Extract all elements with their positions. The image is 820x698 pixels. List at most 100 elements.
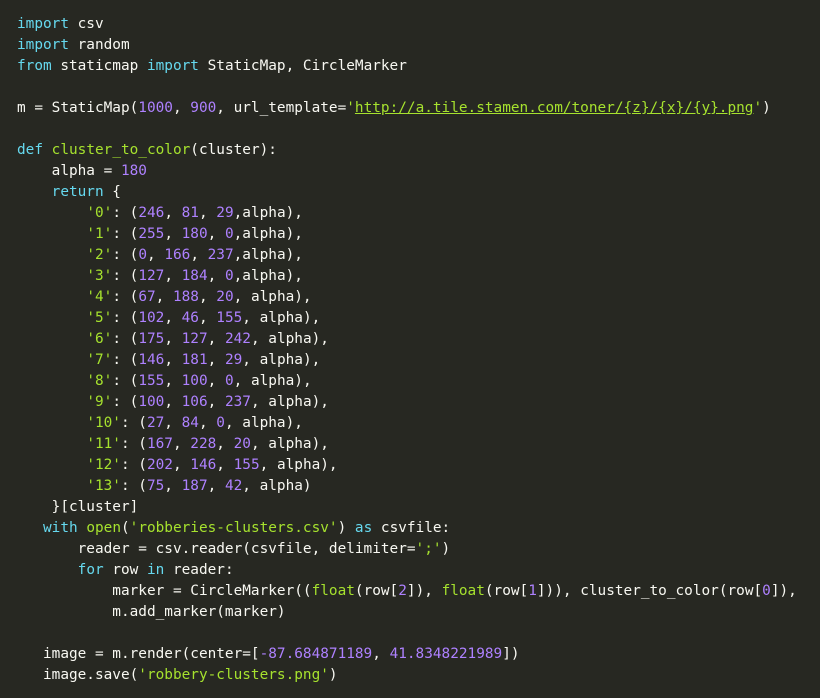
code-token-num: 20 bbox=[216, 289, 234, 305]
code-line[interactable]: from staticmap import StaticMap, CircleM… bbox=[17, 56, 820, 77]
code-token-tx bbox=[17, 331, 86, 347]
code-line[interactable]: '0': (246, 81, 29,alpha), bbox=[17, 203, 820, 224]
code-token-tx: staticmap bbox=[51, 58, 147, 74]
code-token-tx: reader = csv.reader(csvfile, delimiter= bbox=[17, 541, 416, 557]
code-token-tx: , bbox=[207, 331, 225, 347]
code-token-str: 'robbery-clusters.png' bbox=[138, 667, 329, 683]
code-line[interactable]: image.save('robbery-clusters.png') bbox=[17, 665, 820, 686]
code-token-num: 180 bbox=[181, 226, 208, 242]
code-token-num: 180 bbox=[120, 163, 147, 179]
code-area[interactable]: import csv import random from staticmap im… bbox=[17, 14, 820, 686]
code-token-num: 155 bbox=[216, 310, 243, 326]
code-token-kw: def bbox=[17, 142, 43, 158]
code-token-num: 146 bbox=[138, 352, 165, 368]
code-token-num: 188 bbox=[172, 289, 199, 305]
code-token-tx: (cluster): bbox=[190, 142, 277, 158]
code-line[interactable] bbox=[17, 77, 820, 98]
code-token-tx: : ( bbox=[120, 436, 147, 452]
code-token-fn: open bbox=[86, 520, 121, 536]
code-line[interactable]: '3': (127, 184, 0,alpha), bbox=[17, 266, 820, 287]
code-token-str: '4' bbox=[86, 289, 113, 305]
code-line[interactable]: def cluster_to_color(cluster): bbox=[17, 140, 820, 161]
code-token-tx bbox=[17, 478, 86, 494]
code-token-tx bbox=[17, 205, 86, 221]
code-line[interactable]: '10': (27, 84, 0, alpha), bbox=[17, 413, 820, 434]
code-token-tx bbox=[17, 457, 86, 473]
code-token-tx: , bbox=[164, 205, 182, 221]
code-line[interactable]: '11': (167, 228, 20, alpha), bbox=[17, 434, 820, 455]
code-line[interactable]: return { bbox=[17, 182, 820, 203]
code-token-tx: , bbox=[207, 394, 225, 410]
code-token-str: '12' bbox=[86, 457, 121, 473]
code-line[interactable]: import random bbox=[17, 35, 820, 56]
code-line[interactable]: '1': (255, 180, 0,alpha), bbox=[17, 224, 820, 245]
code-token-num: 75 bbox=[146, 478, 165, 494]
code-token-tx: , bbox=[164, 331, 182, 347]
code-token-str: '10' bbox=[86, 415, 121, 431]
code-line[interactable]: '9': (100, 106, 237, alpha), bbox=[17, 392, 820, 413]
code-line[interactable]: marker = CircleMarker((float(row[2]), fl… bbox=[17, 581, 820, 602]
code-token-num: 0 bbox=[224, 373, 234, 389]
code-token-kw: for bbox=[77, 562, 104, 578]
code-token-num: 81 bbox=[181, 205, 199, 221]
code-line[interactable]: '4': (67, 188, 20, alpha), bbox=[17, 287, 820, 308]
code-token-num: 127 bbox=[181, 331, 208, 347]
code-token-tx: : ( bbox=[120, 478, 147, 494]
code-line[interactable]: alpha = 180 bbox=[17, 161, 820, 182]
code-line[interactable]: m.add_marker(marker) bbox=[17, 602, 820, 623]
code-line[interactable]: '7': (146, 181, 29, alpha), bbox=[17, 350, 820, 371]
code-token-num: 166 bbox=[164, 247, 191, 263]
code-token-tx: row bbox=[103, 562, 147, 578]
code-line[interactable]: image = m.render(center=[-87.684871189, … bbox=[17, 644, 820, 665]
code-token-tx: , bbox=[190, 247, 208, 263]
code-token-num: 202 bbox=[146, 457, 173, 473]
code-token-tx: , bbox=[198, 205, 217, 221]
code-line[interactable]: }[cluster] bbox=[17, 497, 820, 518]
code-line[interactable]: '8': (155, 100, 0, alpha), bbox=[17, 371, 820, 392]
code-token-str: '13' bbox=[86, 478, 121, 494]
code-token-num: 146 bbox=[190, 457, 217, 473]
code-line[interactable] bbox=[17, 623, 820, 644]
code-token-num: 2 bbox=[398, 583, 407, 599]
code-line[interactable]: '5': (102, 46, 155, alpha), bbox=[17, 308, 820, 329]
code-token-num: 237 bbox=[207, 247, 234, 263]
code-token-tx: , bbox=[164, 310, 182, 326]
code-token-tx: m = StaticMap( bbox=[17, 100, 139, 116]
code-token-kw: return bbox=[51, 184, 104, 200]
code-token-url[interactable]: http://a.tile.stamen.com/toner/{z}/{x}/{… bbox=[355, 100, 754, 116]
code-token-tx: marker = CircleMarker(( bbox=[17, 583, 312, 599]
code-token-num: 106 bbox=[181, 394, 208, 410]
code-line[interactable]: '12': (202, 146, 155, alpha), bbox=[17, 455, 820, 476]
code-token-tx: { bbox=[103, 184, 121, 200]
code-token-tx: , alpha), bbox=[259, 457, 338, 473]
code-editor[interactable]: import csv import random from staticmap im… bbox=[0, 0, 820, 698]
code-token-str: '1' bbox=[86, 226, 113, 242]
code-token-tx: ]), bbox=[770, 583, 797, 599]
code-token-tx: }[cluster] bbox=[17, 499, 139, 515]
code-line[interactable]: reader = csv.reader(csvfile, delimiter='… bbox=[17, 539, 820, 560]
code-token-tx: : ( bbox=[112, 394, 139, 410]
code-token-str: '11' bbox=[86, 436, 121, 452]
code-token-num: 1 bbox=[528, 583, 537, 599]
code-token-num: 1000 bbox=[138, 100, 173, 116]
code-token-kw: in bbox=[146, 562, 165, 578]
code-token-tx: , bbox=[172, 436, 191, 452]
code-line[interactable]: '2': (0, 166, 237,alpha), bbox=[17, 245, 820, 266]
code-token-num: 46 bbox=[181, 310, 199, 326]
code-token-tx: ) bbox=[337, 520, 355, 536]
code-token-tx: (row[ bbox=[484, 583, 529, 599]
code-line[interactable] bbox=[17, 119, 820, 140]
code-line[interactable]: with open('robberies-clusters.csv') as c… bbox=[17, 518, 820, 539]
code-token-num: 102 bbox=[138, 310, 165, 326]
code-token-num: 0 bbox=[762, 583, 771, 599]
code-line[interactable]: import csv bbox=[17, 14, 820, 35]
code-line[interactable]: '6': (175, 127, 242, alpha), bbox=[17, 329, 820, 350]
code-line[interactable]: for row in reader: bbox=[17, 560, 820, 581]
code-token-tx: alpha = bbox=[17, 163, 121, 179]
code-token-tx bbox=[17, 184, 52, 200]
code-token-kw: import bbox=[17, 37, 69, 53]
code-line[interactable]: m = StaticMap(1000, 900, url_template='h… bbox=[17, 98, 820, 119]
code-token-str: '8' bbox=[86, 373, 113, 389]
code-line[interactable]: '13': (75, 187, 42, alpha) bbox=[17, 476, 820, 497]
code-token-num: 27 bbox=[146, 415, 165, 431]
